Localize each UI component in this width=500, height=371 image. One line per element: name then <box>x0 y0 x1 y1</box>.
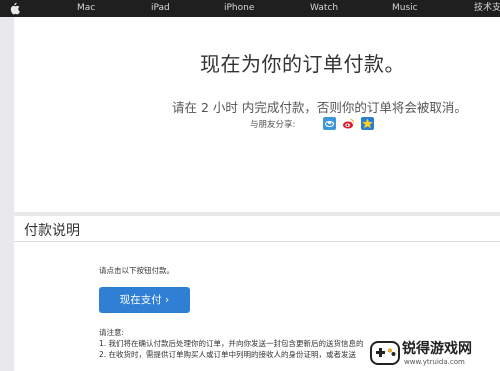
nav-item-music[interactable]: Music <box>392 3 418 14</box>
pay-prompt: 请点击以下按钮付款。 <box>99 266 174 275</box>
gamepad-logo-icon <box>370 341 400 365</box>
qzone-icon[interactable] <box>323 117 336 130</box>
watermark-url: www.ytruida.com <box>404 358 465 366</box>
nav-item-watch[interactable]: Watch <box>310 3 338 14</box>
nav-item-ipad[interactable]: iPad <box>151 3 170 14</box>
weibo-icon[interactable] <box>342 117 355 130</box>
section-title: 付款说明 <box>24 223 80 239</box>
nav-item-support[interactable]: 技术支持 <box>474 3 500 14</box>
section-divider <box>14 241 500 242</box>
watermark-name: 锐得游戏网 <box>402 341 472 357</box>
site-watermark: 锐得游戏网 www.ytruida.com <box>366 336 500 371</box>
page-title: 现在为你的订单付款。 <box>200 52 405 76</box>
apple-logo-icon[interactable] <box>9 2 20 15</box>
payment-deadline-notice: 请在 2 小时 内完成付款，否则你的订单将会被取消。 <box>172 100 467 115</box>
nav-item-iphone[interactable]: iPhone <box>224 3 254 14</box>
note-item-1: 1. 我们将在确认付款后处理你的订单，并向你发送一封包含更新后的送货信息的 <box>99 339 364 348</box>
global-nav: Mac iPad iPhone Watch Music 技术支持 <box>0 0 500 17</box>
note-title: 请注意: <box>99 328 125 337</box>
favorite-star-icon[interactable] <box>361 117 374 130</box>
nav-item-mac[interactable]: Mac <box>77 3 95 14</box>
note-item-2: 2. 在收货时，需提供订单购买人或订单中列明的接收人的身份证明，或者发送 <box>99 350 357 359</box>
pay-now-button[interactable]: 现在支付 › <box>99 287 190 313</box>
share-label: 与朋友分享: <box>250 120 296 130</box>
